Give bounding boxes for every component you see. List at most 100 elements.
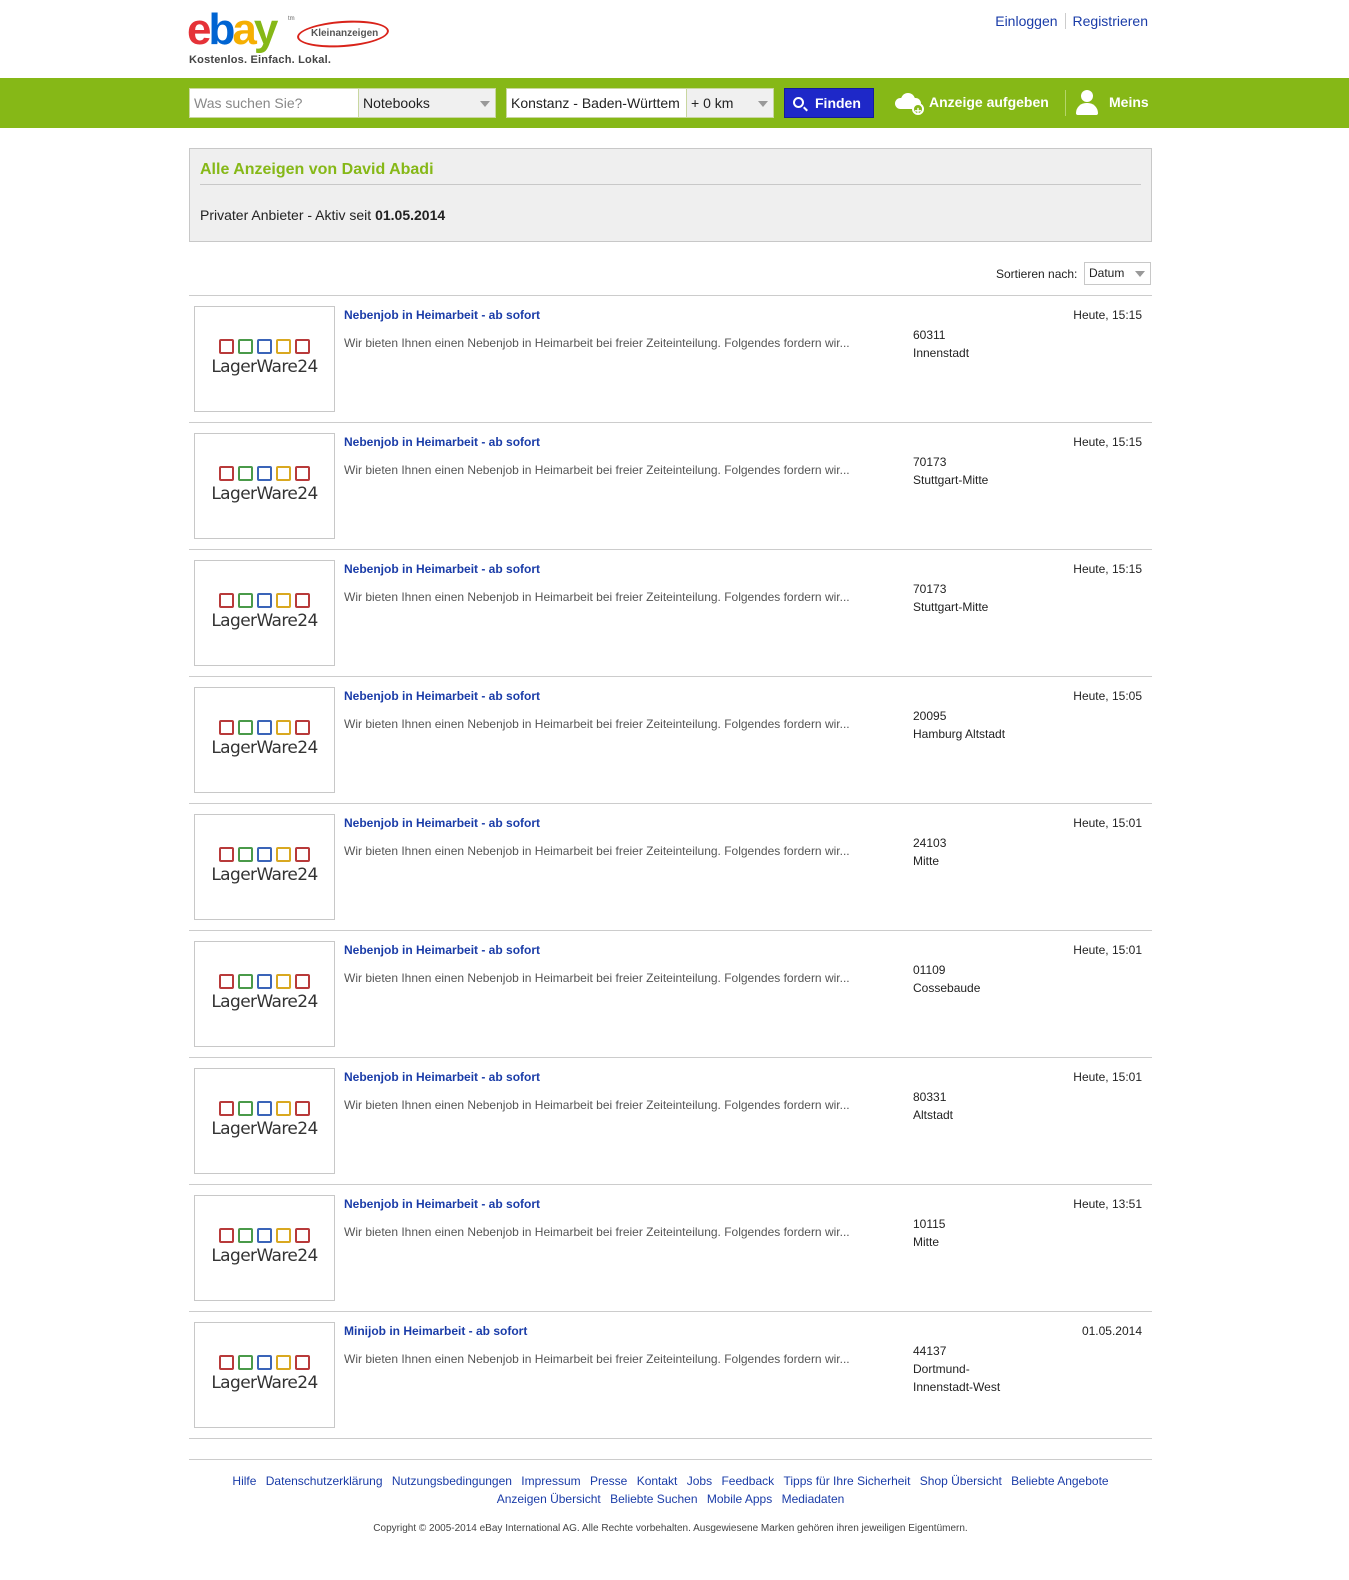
logo-square-icon <box>238 720 253 735</box>
listing-title-link[interactable]: Nebenjob in Heimarbeit - ab sofort <box>344 562 540 576</box>
category-select[interactable]: Notebooks <box>358 88 496 118</box>
footer-link[interactable]: Mediadaten <box>782 1492 845 1506</box>
listing-zip: 20095 <box>913 709 947 723</box>
radius-select[interactable]: + 0 km <box>686 88 774 118</box>
meins-label: Meins <box>1109 94 1149 110</box>
ebay-kleinanzeigen-logo[interactable]: ebay tm Kleinanzeigen Kostenlos. Einfach… <box>187 8 399 66</box>
sort-select[interactable]: Datum <box>1084 262 1151 285</box>
logo-square-icon <box>219 720 234 735</box>
lagerware-logo-icon <box>219 974 315 990</box>
listing-thumbnail[interactable]: LagerWare24 <box>194 1322 335 1428</box>
footer-link[interactable]: Feedback <box>721 1474 774 1488</box>
listing-city: Stuttgart-Mitte <box>913 473 989 487</box>
listing-description: Wir bieten Ihnen einen Nebenjob in Heima… <box>344 844 850 858</box>
listing-title-link[interactable]: Nebenjob in Heimarbeit - ab sofort <box>344 308 540 322</box>
footer-link[interactable]: Anzeigen Übersicht <box>497 1492 601 1506</box>
listing-thumbnail[interactable]: LagerWare24 <box>194 433 335 539</box>
list-item[interactable]: LagerWare24 Nebenjob in Heimarbeit - ab … <box>189 296 1152 423</box>
footer-link[interactable]: Nutzungsbedingungen <box>392 1474 512 1488</box>
logo-square-icon <box>276 1101 291 1116</box>
list-item[interactable]: LagerWare24 Nebenjob in Heimarbeit - ab … <box>189 1058 1152 1185</box>
list-item[interactable]: LagerWare24 Nebenjob in Heimarbeit - ab … <box>189 550 1152 677</box>
footer-link[interactable]: Datenschutzerklärung <box>266 1474 383 1488</box>
listing-location: 24103 Mitte <box>913 834 1033 870</box>
seller-since-prefix: Privater Anbieter - Aktiv seit <box>200 207 376 223</box>
copyright: Copyright © 2005-2014 eBay International… <box>373 1523 968 1534</box>
footer-link[interactable]: Beliebte Suchen <box>610 1492 697 1506</box>
footer-link[interactable]: Beliebte Angebote <box>1011 1474 1108 1488</box>
listing-description: Wir bieten Ihnen einen Nebenjob in Heima… <box>344 1098 850 1112</box>
sort-label: Sortieren nach: <box>996 267 1078 281</box>
footer-link[interactable]: Kontakt <box>637 1474 678 1488</box>
site-slogan: Kostenlos. Einfach. Lokal. <box>189 54 332 66</box>
chevron-down-icon <box>758 101 768 107</box>
seller-since: Privater Anbieter - Aktiv seit 01.05.201… <box>200 207 445 223</box>
listing-location: 70173 Stuttgart-Mitte <box>913 453 1033 489</box>
post-ad-button[interactable]: + Anzeige aufgeben <box>893 88 1049 118</box>
search-icon <box>793 97 804 108</box>
footer-link[interactable]: Hilfe <box>232 1474 256 1488</box>
footer-link[interactable]: Presse <box>590 1474 627 1488</box>
list-item[interactable]: LagerWare24 Nebenjob in Heimarbeit - ab … <box>189 423 1152 550</box>
listing-thumbnail[interactable]: LagerWare24 <box>194 814 335 920</box>
listing-date: Heute, 13:51 <box>1073 1197 1142 1211</box>
footer-link[interactable]: Shop Übersicht <box>920 1474 1002 1488</box>
register-link[interactable]: Registrieren <box>1073 13 1148 29</box>
list-item[interactable]: LagerWare24 Nebenjob in Heimarbeit - ab … <box>189 1185 1152 1312</box>
listing-zip: 80331 <box>913 1090 947 1104</box>
list-item[interactable]: LagerWare24 Nebenjob in Heimarbeit - ab … <box>189 931 1152 1058</box>
list-item[interactable]: LagerWare24 Nebenjob in Heimarbeit - ab … <box>189 804 1152 931</box>
listing-title-link[interactable]: Minijob in Heimarbeit - ab sofort <box>344 1324 527 1338</box>
site-footer: Hilfe Datenschutzerklärung Nutzungsbedin… <box>189 1459 1152 1534</box>
listing-title-link[interactable]: Nebenjob in Heimarbeit - ab sofort <box>344 816 540 830</box>
footer-link[interactable]: Tipps für Ihre Sicherheit <box>783 1474 910 1488</box>
post-ad-label: Anzeige aufgeben <box>929 94 1049 110</box>
listing-thumbnail[interactable]: LagerWare24 <box>194 1068 335 1174</box>
chevron-down-icon <box>1135 271 1145 277</box>
logo-square-icon <box>295 466 310 481</box>
logo-square-icon <box>219 593 234 608</box>
listing-location: 10115 Mitte <box>913 1215 1033 1251</box>
search-input[interactable]: Was suchen Sie? <box>189 88 359 118</box>
listing-description: Wir bieten Ihnen einen Nebenjob in Heima… <box>344 717 850 731</box>
listing-zip: 24103 <box>913 836 947 850</box>
listing-date: 01.05.2014 <box>1081 1324 1142 1338</box>
ebay-wordmark: ebay <box>187 8 278 52</box>
listing-date: Heute, 15:15 <box>1073 435 1142 449</box>
link-divider <box>1064 13 1066 29</box>
login-link[interactable]: Einloggen <box>995 13 1057 29</box>
listing-thumbnail[interactable]: LagerWare24 <box>194 1195 335 1301</box>
find-button[interactable]: Finden <box>784 88 874 118</box>
logo-square-icon <box>276 1355 291 1370</box>
logo-square-icon <box>276 466 291 481</box>
listing-thumbnail[interactable]: LagerWare24 <box>194 560 335 666</box>
logo-square-icon <box>219 1228 234 1243</box>
listing-city: Mitte <box>913 854 940 868</box>
listing-title-link[interactable]: Nebenjob in Heimarbeit - ab sofort <box>344 943 540 957</box>
meins-button[interactable]: Meins <box>1075 88 1149 118</box>
listing-title-link[interactable]: Nebenjob in Heimarbeit - ab sofort <box>344 689 540 703</box>
logo-square-icon <box>219 1101 234 1116</box>
listing-city: Cossebaude <box>913 981 981 995</box>
listing-thumbnail[interactable]: LagerWare24 <box>194 306 335 412</box>
listing-title-link[interactable]: Nebenjob in Heimarbeit - ab sofort <box>344 435 540 449</box>
list-item[interactable]: LagerWare24 Nebenjob in Heimarbeit - ab … <box>189 677 1152 804</box>
location-input[interactable]: Konstanz - Baden-Württem <box>506 88 687 118</box>
listing-zip: 01109 <box>913 963 946 977</box>
listing-thumbnail[interactable]: LagerWare24 <box>194 687 335 793</box>
lagerware-logo-icon <box>219 1228 315 1244</box>
listing-location: 20095 Hamburg Altstadt <box>913 707 1033 743</box>
category-value: Notebooks <box>363 95 430 111</box>
listing-date: Heute, 15:15 <box>1073 562 1142 576</box>
listing-zip: 60311 <box>913 328 946 342</box>
listing-thumbnail[interactable]: LagerWare24 <box>194 941 335 1047</box>
footer-link[interactable]: Mobile Apps <box>707 1492 772 1506</box>
lagerware-logo-icon <box>219 720 315 736</box>
listing-title-link[interactable]: Nebenjob in Heimarbeit - ab sofort <box>344 1197 540 1211</box>
footer-link[interactable]: Jobs <box>687 1474 712 1488</box>
footer-link[interactable]: Impressum <box>521 1474 580 1488</box>
listing-title-link[interactable]: Nebenjob in Heimarbeit - ab sofort <box>344 1070 540 1084</box>
radius-value: + 0 km <box>691 95 734 111</box>
listing-description: Wir bieten Ihnen einen Nebenjob in Heima… <box>344 463 850 477</box>
list-item[interactable]: LagerWare24 Minijob in Heimarbeit - ab s… <box>189 1312 1152 1439</box>
